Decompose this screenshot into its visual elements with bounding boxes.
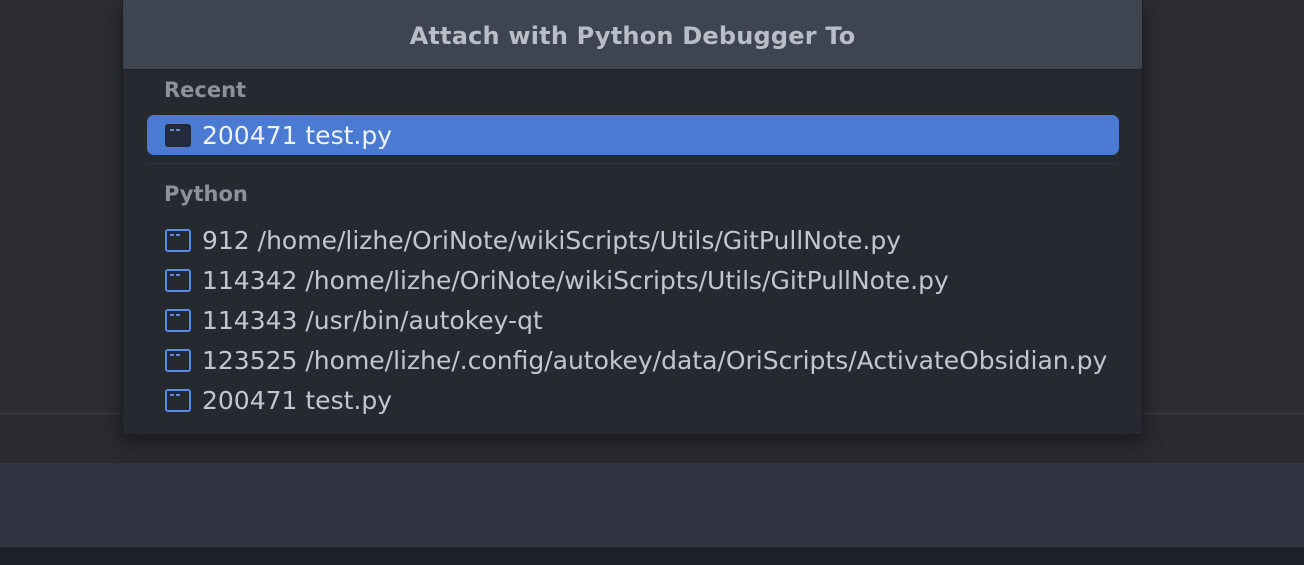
process-row-recent-200471[interactable]: 200471 test.py [147, 115, 1119, 155]
process-row-label: 912 /home/lizhe/OriNote/wikiScripts/Util… [202, 225, 902, 255]
attach-debugger-popup: Attach with Python Debugger To Recent 20… [122, 0, 1143, 435]
process-icon [165, 269, 191, 292]
bottom-panel [0, 463, 1304, 547]
section-label-python: Python [164, 182, 248, 206]
section-separator [147, 163, 1119, 164]
process-row-123525[interactable]: 123525 /home/lizhe/.config/autokey/data/… [147, 340, 1119, 380]
process-row-200471[interactable]: 200471 test.py [147, 380, 1119, 420]
process-icon [165, 229, 191, 252]
process-row-label: 200471 test.py [202, 385, 393, 415]
process-row-114342[interactable]: 114342 /home/lizhe/OriNote/wikiScripts/U… [147, 260, 1119, 300]
process-row-label: 200471 test.py [202, 120, 393, 150]
process-row-912[interactable]: 912 /home/lizhe/OriNote/wikiScripts/Util… [147, 220, 1119, 260]
popup-title: Attach with Python Debugger To [409, 21, 856, 50]
section-label-recent: Recent [164, 78, 247, 102]
process-icon [165, 389, 191, 412]
popup-header: Attach with Python Debugger To [123, 0, 1142, 70]
status-bar [0, 547, 1304, 565]
process-row-label: 114343 /usr/bin/autokey-qt [202, 305, 543, 335]
process-row-label: 114342 /home/lizhe/OriNote/wikiScripts/U… [202, 265, 949, 295]
process-icon [165, 309, 191, 332]
process-icon [165, 349, 191, 372]
process-icon [165, 124, 191, 147]
process-row-label: 123525 /home/lizhe/.config/autokey/data/… [202, 345, 1108, 375]
process-row-114343[interactable]: 114343 /usr/bin/autokey-qt [147, 300, 1119, 340]
